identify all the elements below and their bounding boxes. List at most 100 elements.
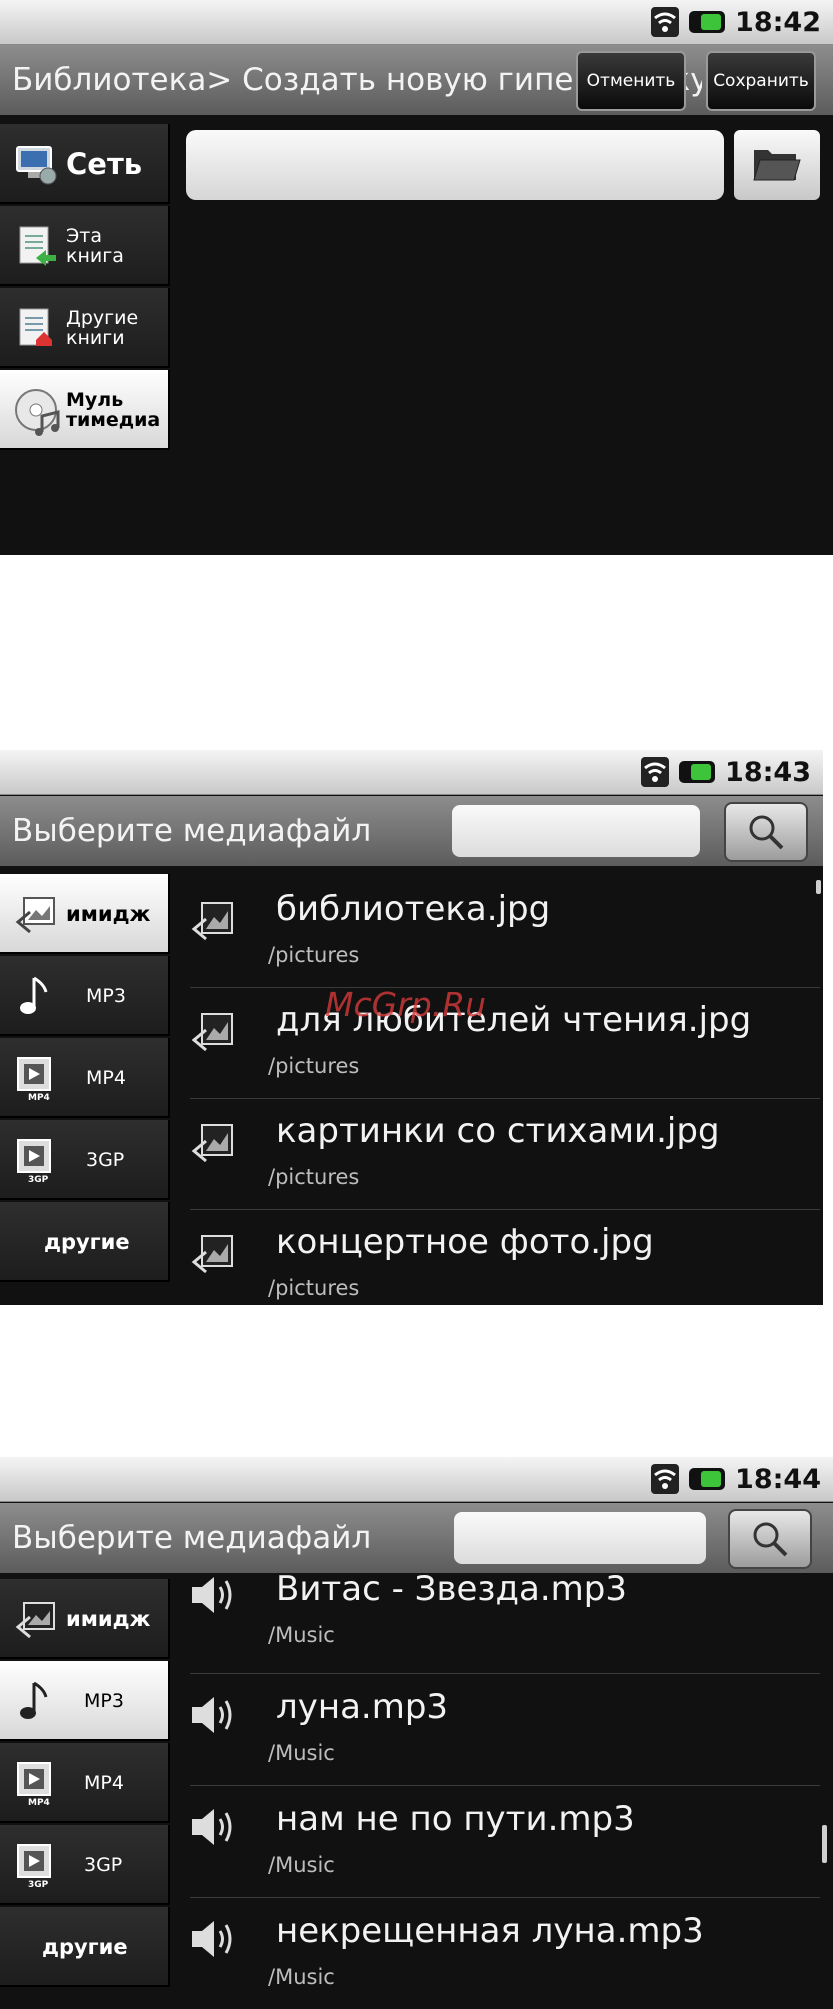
screen-select-media-images: 18:43 Выберите медиафайл имидж MP3 MP4 M… [0,750,823,1305]
file-path: /pictures [268,1054,360,1078]
list-item[interactable]: концертное фото.jpg /pictures [190,1210,820,1305]
wifi-icon [651,1464,680,1494]
sidebar-item-label: MP4 [84,1772,124,1794]
file-name: нам не по пути.mp3 [276,1799,635,1839]
wifi-icon [641,757,670,787]
speaker-icon [190,1807,238,1855]
title-bar: Выберите медиафайл [0,1503,833,1573]
file-path: /pictures [268,1276,360,1300]
list-scrollbar[interactable] [822,1825,827,1863]
file-name: картинки со стихами.jpg [276,1111,720,1151]
screen-select-media-mp3: 18:44 Выберите медиафайл имидж MP3 MP4 M… [0,1457,833,2009]
sidebar-item-other[interactable]: другие [0,1907,170,1987]
save-button[interactable]: Сохранить [706,51,816,111]
page-title: Выберите медиафайл [12,813,372,849]
wifi-icon [651,7,680,37]
browse-folder-button[interactable] [734,130,820,200]
sidebar-item-network[interactable]: Сеть [0,124,170,204]
sidebar-item-mp3[interactable]: MP3 [0,956,170,1036]
sidebar-item-image[interactable]: имидж [0,874,170,954]
list-item[interactable]: нам не по пути.mp3 /Music [190,1787,820,1898]
list-item[interactable]: для любителей чтения.jpg /pictures [190,988,820,1099]
title-bar: Выберите медиафайл [0,796,823,866]
clock: 18:44 [735,1463,821,1495]
svg-text:MP4: MP4 [28,1093,50,1103]
3gp-video-icon: 3GP [14,1138,58,1185]
sidebar-item-label: 3GP [86,1149,125,1171]
3gp-video-icon: 3GP [14,1843,58,1890]
image-icon [14,1597,58,1641]
sidebar-item-other[interactable]: другие [0,1202,170,1282]
mp4-video-icon: MP4 [14,1761,58,1808]
file-name: Витас - Звезда.mp3 [276,1569,627,1609]
sidebar-item-label: MP4 [86,1067,126,1089]
watermark: McGrp.Ru [325,985,487,1024]
clock: 18:42 [735,6,821,38]
file-name: концертное фото.jpg [276,1222,654,1262]
sidebar-item-image[interactable]: имидж [0,1579,170,1659]
this-book-icon [14,224,58,268]
file-path: /Music [268,1623,335,1647]
sidebar-item-label: MP3 [84,1690,124,1712]
file-path: /Music [268,1741,335,1765]
status-bar: 18:44 [0,1457,833,1502]
music-note-icon [14,1679,58,1723]
search-icon [746,812,786,856]
sidebar-item-other-books[interactable]: Другие книги [0,288,170,368]
speaker-icon [190,1919,238,1967]
search-input[interactable] [452,805,700,857]
sidebar-item-label: Эта книга [66,225,124,267]
other-books-icon [14,306,58,350]
speaker-icon [190,1695,238,1743]
file-path: /pictures [268,1165,360,1189]
sidebar-item-label: Сеть [66,147,143,181]
sidebar-item-multimedia[interactable]: Муль тимедиа [0,370,170,450]
list-item[interactable]: луна.mp3 /Music [190,1675,820,1786]
network-computer-icon [14,142,58,186]
sidebar-item-label: Муль тимедиа [66,389,161,431]
url-input[interactable] [186,130,724,200]
image-file-icon [190,1008,238,1056]
folder-open-icon [752,144,802,188]
image-icon [14,892,58,936]
sidebar-item-this-book[interactable]: Эта книга [0,206,170,286]
search-button[interactable] [724,802,808,862]
search-input[interactable] [454,1512,706,1564]
sidebar-item-3gp[interactable]: 3GP 3GP [0,1825,170,1905]
screen-create-hyperlink: 18:42 Библиотека> Создать новую гиперссы… [0,0,833,555]
sidebar-item-mp4[interactable]: MP4 MP4 [0,1038,170,1118]
file-path: /pictures [268,943,360,967]
file-name: библиотека.jpg [276,889,551,929]
search-icon [750,1519,790,1563]
sidebar-item-label: MP3 [86,985,126,1007]
file-path: /Music [268,1853,335,1877]
battery-icon [689,1468,726,1490]
battery-icon [679,761,716,783]
sidebar-item-label: другие [42,1935,128,1959]
status-bar: 18:43 [0,750,823,795]
file-name: луна.mp3 [276,1687,449,1727]
sidebar-item-label: другие [44,1230,130,1254]
sidebar-item-label: 3GP [84,1854,123,1876]
sidebar-item-mp4[interactable]: MP4 MP4 [0,1743,170,1823]
sidebar-item-3gp[interactable]: 3GP 3GP [0,1120,170,1200]
status-bar: 18:42 [0,0,833,45]
battery-icon [689,11,726,33]
svg-text:3GP: 3GP [28,1175,49,1185]
page-title: Выберите медиафайл [12,1520,372,1556]
multimedia-disc-icon [14,388,60,436]
image-file-icon [190,1230,238,1278]
image-file-icon [190,897,238,945]
sidebar-item-label: Другие книги [66,307,139,349]
image-file-icon [190,1119,238,1167]
list-item[interactable]: библиотека.jpg /pictures [190,877,820,988]
list-item[interactable]: картинки со стихами.jpg /pictures [190,1099,820,1210]
list-item[interactable]: Витас - Звезда.mp3 /Music [190,1569,820,1674]
list-scrollbar[interactable] [816,880,821,894]
sidebar-item-mp3[interactable]: MP3 [0,1661,170,1741]
cancel-button[interactable]: Отменить [576,51,686,111]
search-button[interactable] [728,1509,812,1569]
sidebar-item-label: имидж [66,902,151,926]
file-path: /Music [268,1965,335,1989]
list-item[interactable]: некрещенная луна.mp3 /Music [190,1899,820,2009]
